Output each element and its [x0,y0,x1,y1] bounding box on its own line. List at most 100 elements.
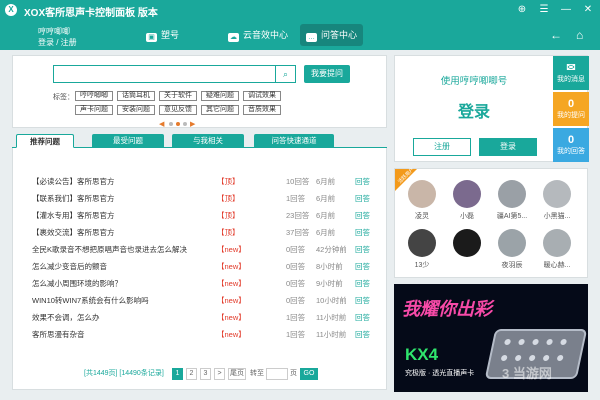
login-button[interactable]: 登录 [479,138,537,156]
next-page-button[interactable]: > [214,368,225,380]
user-name[interactable]: 疆AI第5... [492,211,532,221]
question-title[interactable]: 【灌水专用】客所思官方 [32,210,210,222]
question-title[interactable]: WIN10转WIN7系统会有什么影响吗 [32,295,210,307]
user-name[interactable]: 夜羽辰 [492,260,532,270]
question-title[interactable]: 【联系我们】客所思官方 [32,193,210,205]
tab-related[interactable]: 与我相关 [172,134,244,148]
question-title[interactable]: 效果不会调，怎么办 [32,312,210,324]
question-row[interactable]: 【必读公告】客所思官方 【顶】 10回答 6月前 回答 [32,176,372,188]
avatar[interactable] [543,180,571,208]
tab-recommended[interactable]: 推荐问题 [16,134,74,148]
tag-item[interactable]: 意见反馈 [159,105,197,115]
last-page-button[interactable]: 尾页 [228,368,246,380]
question-row[interactable]: 【联系我们】客所思官方 【顶】 1回答 6月前 回答 [32,193,372,205]
tags-next-icon[interactable]: ▶ [190,120,195,128]
register-button[interactable]: 注册 [413,138,471,156]
question-title[interactable]: 全民K歌录音不想把原唱声音也录进去怎么解决 [32,244,210,256]
tag-item[interactable]: 安装问题 [117,105,155,115]
tag-item[interactable]: 哼哼唧唧 [75,91,113,101]
answer-link[interactable]: 回答 [355,176,375,188]
question-row[interactable]: 怎么减少变音后的颤音 【new】 0回答 8小时前 回答 [32,261,372,273]
question-title[interactable]: 客所思漫有杂音 [32,329,210,341]
tags-prev-icon[interactable]: ◀ [159,120,164,128]
user-name[interactable]: 小黑猫... [537,211,577,221]
tab-quick-channel[interactable]: 问答快速通道 [254,134,334,148]
page-button[interactable]: 2 [186,368,197,380]
tag-item[interactable]: 关于软件 [159,91,197,101]
question-title[interactable]: 怎么减少变音后的颤音 [32,261,210,273]
question-row[interactable]: 怎么减小周围环境的影响？ 【new】 0回答 9小时前 回答 [32,278,372,290]
skin-icon[interactable]: ⊕ [514,2,530,18]
menu-icon[interactable]: ☰ [536,2,552,18]
go-button[interactable]: GO [300,368,318,380]
answer-link[interactable]: 回答 [355,312,375,324]
tag-item[interactable]: 音质效果 [243,105,281,115]
tag-item[interactable]: 声卡问题 [75,105,113,115]
user-card[interactable]: 夜羽辰 [492,229,532,277]
answer-link[interactable]: 回答 [355,261,375,273]
question-row[interactable]: 【灌水专用】客所思官方 【顶】 23回答 6月前 回答 [32,210,372,222]
promo-banner[interactable]: 我耀你出彩 KX4 究极版 · 透光直播声卡 [394,284,588,392]
avatar[interactable] [498,180,526,208]
user-name[interactable]: 哼哼唧唧 [38,26,77,37]
question-row[interactable]: 客所思漫有杂音 【new】 1回答 11小时前 回答 [32,329,372,341]
back-icon[interactable]: ← [550,28,562,42]
goto-page-input[interactable] [266,368,288,380]
user-name[interactable]: 凌灵 [402,211,442,221]
nav-item-cloud-effects[interactable]: ☁ 云音效中心 [222,24,294,46]
user-card[interactable] [447,229,487,277]
user-name[interactable]: 小磊 [447,211,487,221]
avatar[interactable] [543,229,571,257]
close-icon[interactable]: ✕ [580,2,596,18]
user-card[interactable]: 13少 [402,229,442,277]
tag-item[interactable]: 调试效果 [243,91,281,101]
page-button[interactable]: 3 [200,368,211,380]
question-title[interactable]: 【裹效交流】客所思官方 [32,227,210,239]
tags-page-dot[interactable] [183,122,187,126]
avatar[interactable] [408,229,436,257]
my-messages-tile[interactable]: ✉ 我的消息 [553,56,589,90]
tag-item[interactable]: 疑难问题 [201,91,239,101]
answer-link[interactable]: 回答 [355,295,375,307]
avatar[interactable] [408,180,436,208]
search-icon[interactable]: ⌕ [276,65,296,83]
minimize-icon[interactable]: — [558,2,574,18]
question-title[interactable]: 怎么减小周围环境的影响？ [32,278,210,290]
page-button[interactable]: 1 [172,368,183,380]
answer-link[interactable]: 回答 [355,329,375,341]
tags-page-dot[interactable] [169,122,173,126]
ask-question-button[interactable]: 我要提问 [304,65,350,83]
answer-link[interactable]: 回答 [355,227,375,239]
my-answers-tile[interactable]: 0 我的回答 [553,128,589,162]
tag-item[interactable]: 其它问题 [201,105,239,115]
answer-link[interactable]: 回答 [355,193,375,205]
user-card[interactable]: 小黑猫... [537,180,577,228]
question-row[interactable]: WIN10转WIN7系统会有什么影响吗 【new】 0回答 10小时前 回答 [32,295,372,307]
login-heading: 登录 [457,104,490,121]
user-card[interactable]: 小磊 [447,180,487,228]
user-card[interactable]: 疆AI第5... [492,180,532,228]
avatar[interactable] [498,229,526,257]
home-icon[interactable]: ⌂ [576,28,583,42]
my-questions-tile[interactable]: 0 我的提问 [553,92,589,126]
avatar[interactable] [453,229,481,257]
search-input[interactable] [53,65,276,83]
tab-popular[interactable]: 最受问题 [92,134,164,148]
nav-item-account[interactable]: ▣ 塑号 [140,24,185,46]
question-row[interactable]: 效果不会调，怎么办 【new】 1回答 11小时前 回答 [32,312,372,324]
user-card[interactable]: 凌灵 [402,180,442,228]
tag-item[interactable]: 话筒耳机 [117,91,155,101]
user-card[interactable]: 暖心赫... [537,229,577,277]
user-name[interactable]: 暖心赫... [537,260,577,270]
user-name[interactable]: 13少 [402,260,442,270]
question-row[interactable]: 全民K歌录音不想把原唱声音也录进去怎么解决 【new】 0回答 42分钟前 回答 [32,244,372,256]
nav-item-qa-center[interactable]: … 问答中心 [300,24,364,46]
avatar[interactable] [453,180,481,208]
question-title[interactable]: 【必读公告】客所思官方 [32,176,210,188]
answer-link[interactable]: 回答 [355,210,375,222]
question-row[interactable]: 【裹效交流】客所思官方 【顶】 37回答 6月前 回答 [32,227,372,239]
answer-link[interactable]: 回答 [355,244,375,256]
answer-link[interactable]: 回答 [355,278,375,290]
tags-page-dot[interactable] [176,122,180,126]
login-register-link[interactable]: 登录 / 注册 [38,37,77,48]
